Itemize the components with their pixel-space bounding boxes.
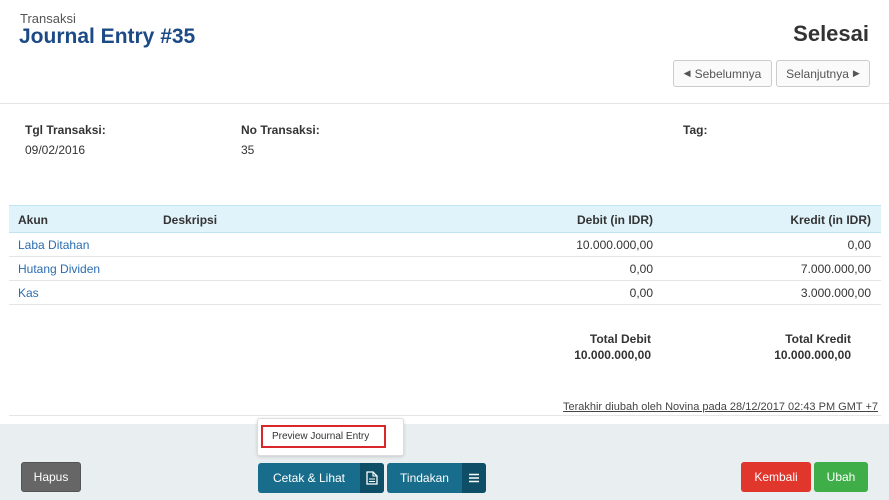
print-dropdown-menu: Preview Journal Entry <box>257 418 404 456</box>
header-akun: Akun <box>18 213 48 227</box>
status-label: Selesai <box>793 21 869 46</box>
total-debit: Total Debit 10.000.000,00 <box>574 331 651 363</box>
total-kredit: Total Kredit 10.000.000,00 <box>774 331 851 363</box>
account-link[interactable]: Kas <box>18 286 39 300</box>
row-kredit: 3.000.000,00 <box>800 286 871 300</box>
next-button[interactable]: Selanjutnya ▶ <box>776 60 870 87</box>
caret-left-icon: ◀ <box>683 68 691 78</box>
caret-right-icon: ▶ <box>852 68 860 78</box>
journal-table: Akun Deskripsi Debit (in IDR) Kredit (in… <box>9 205 881 305</box>
total-debit-value: 10.000.000,00 <box>574 348 651 362</box>
print-view-label: Cetak & Lihat <box>272 471 346 485</box>
print-view-button[interactable]: Cetak & Lihat <box>258 463 384 493</box>
preview-journal-entry-item[interactable]: Preview Journal Entry <box>261 425 386 448</box>
transaction-date-value: 09/02/2016 <box>25 143 86 157</box>
row-kredit: 7.000.000,00 <box>800 262 871 276</box>
document-icon[interactable] <box>360 463 384 493</box>
row-debit: 0,00 <box>629 262 653 276</box>
divider <box>9 415 881 416</box>
page-header: Transaksi Journal Entry #35 Selesai ◀ Se… <box>0 0 889 104</box>
header-deskripsi: Deskripsi <box>163 213 218 227</box>
transaction-date-label: Tgl Transaksi: <box>25 123 106 137</box>
row-kredit: 0,00 <box>847 238 871 252</box>
last-edited-link[interactable]: Terakhir diubah oleh Novina pada 28/12/2… <box>563 401 878 413</box>
actions-button[interactable]: Tindakan <box>387 463 486 493</box>
table-row: Laba Ditahan 10.000.000,00 0,00 <box>9 233 881 257</box>
back-button[interactable]: Kembali <box>741 462 811 492</box>
tag-label: Tag: <box>683 123 708 137</box>
account-link[interactable]: Laba Ditahan <box>18 238 89 252</box>
edit-button[interactable]: Ubah <box>814 462 868 492</box>
total-kredit-label: Total Kredit <box>785 332 851 346</box>
row-debit: 0,00 <box>629 286 653 300</box>
total-kredit-value: 10.000.000,00 <box>774 348 851 362</box>
total-debit-label: Total Debit <box>589 332 651 346</box>
header-kredit: Kredit (in IDR) <box>790 213 871 227</box>
delete-button[interactable]: Hapus <box>21 462 81 492</box>
account-link[interactable]: Hutang Dividen <box>18 262 100 276</box>
row-debit: 10.000.000,00 <box>576 238 653 252</box>
table-header: Akun Deskripsi Debit (in IDR) Kredit (in… <box>9 205 881 233</box>
transaction-number-value: 35 <box>241 143 255 157</box>
header-debit: Debit (in IDR) <box>577 213 653 227</box>
previous-button[interactable]: ◀ Sebelumnya <box>673 60 772 87</box>
table-row: Kas 0,00 3.000.000,00 <box>9 281 881 305</box>
transaction-number-label: No Transaksi: <box>241 123 320 137</box>
menu-icon[interactable] <box>462 463 486 493</box>
previous-label: Sebelumnya <box>694 66 762 81</box>
page-title: Journal Entry #35 <box>19 25 196 48</box>
table-row: Hutang Dividen 0,00 7.000.000,00 <box>9 257 881 281</box>
actions-label: Tindakan <box>400 471 449 485</box>
breadcrumb[interactable]: Transaksi <box>20 11 76 26</box>
next-label: Selanjutnya <box>786 66 849 81</box>
